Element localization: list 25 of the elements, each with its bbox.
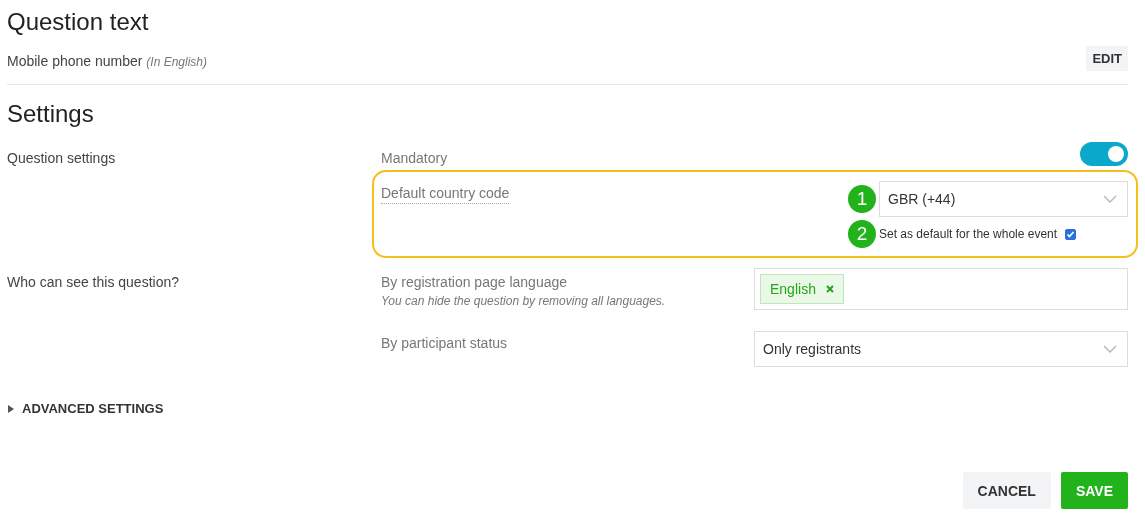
number-badge: 1 bbox=[848, 185, 876, 213]
remove-icon[interactable] bbox=[825, 285, 834, 293]
chevron-down-icon bbox=[1103, 195, 1117, 203]
question-text: Mobile phone number (In English) bbox=[7, 53, 207, 71]
language-tag: English bbox=[760, 274, 844, 304]
field-label: By participant status bbox=[381, 334, 508, 353]
checkbox-label: Set as default for the whole event bbox=[879, 227, 1058, 241]
caret-icon bbox=[7, 404, 14, 413]
field-label: Mandatory bbox=[381, 149, 448, 166]
select-field[interactable]: GBR (+44) bbox=[879, 181, 1128, 217]
chevron-down-icon bbox=[1103, 345, 1117, 353]
row-label: Question settings bbox=[7, 150, 117, 168]
checkbox[interactable] bbox=[1065, 228, 1077, 240]
hint-text: You can hide the question by removing all languages. bbox=[381, 294, 666, 308]
field-label: By registration page language bbox=[381, 274, 569, 290]
advanced-settings-toggle[interactable]: ADVANCED SETTINGS bbox=[7, 401, 1128, 416]
toggle-switch[interactable] bbox=[1080, 141, 1128, 166]
cancel-button[interactable]: CANCEL bbox=[962, 472, 1051, 509]
select-field[interactable]: Only registrants bbox=[754, 331, 1128, 367]
section-title: Question text bbox=[7, 8, 150, 36]
field-label: Default country code bbox=[381, 185, 510, 204]
number-badge: 2 bbox=[848, 220, 876, 248]
edit-button[interactable]: EDIT bbox=[1086, 46, 1128, 71]
row-label: Who can see this question? bbox=[7, 273, 180, 292]
section-title: Settings bbox=[7, 100, 95, 128]
